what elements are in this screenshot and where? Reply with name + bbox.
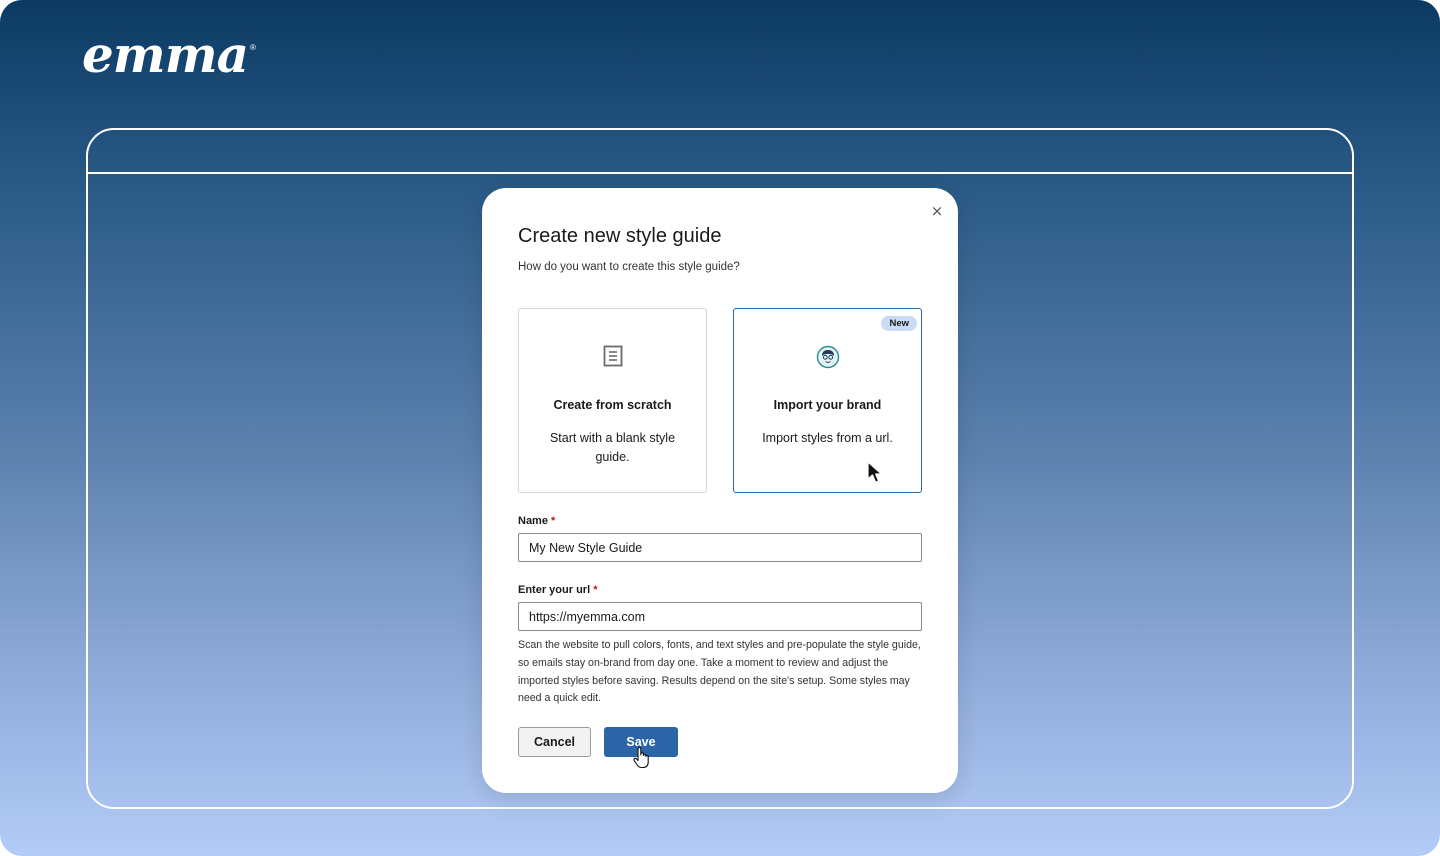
- option-card-create-from-scratch[interactable]: Create from scratch Start with a blank s…: [518, 308, 707, 493]
- url-field-label: Enter your url *: [518, 584, 597, 596]
- hand-pointer-icon: [632, 746, 652, 775]
- option-description: Start with a blank style guide.: [549, 431, 676, 464]
- brand-import-icon: [734, 345, 921, 369]
- new-badge: New: [881, 316, 917, 331]
- name-input[interactable]: [518, 533, 922, 562]
- mouse-pointer-icon: [867, 461, 887, 490]
- required-mark: *: [551, 515, 556, 527]
- name-field-label: Name *: [518, 515, 555, 527]
- url-help-text: Scan the website to pull colors, fonts, …: [518, 639, 921, 705]
- option-card-import-your-brand[interactable]: New Import your brand Import styles from…: [733, 308, 922, 493]
- browser-toolbar-divider: [88, 172, 1352, 174]
- cancel-button[interactable]: Cancel: [518, 727, 591, 757]
- option-description: Import styles from a url.: [762, 431, 893, 445]
- marketing-canvas: emma ® × Create new style guide How do yo…: [0, 0, 1440, 856]
- modal-subtitle: How do you want to create this style gui…: [518, 261, 740, 273]
- registered-mark: ®: [250, 43, 256, 52]
- option-title: Import your brand: [773, 398, 882, 412]
- required-mark: *: [593, 584, 598, 596]
- emma-logo: emma ®: [82, 30, 256, 80]
- modal-title: Create new style guide: [518, 225, 722, 247]
- logo-text: emma: [82, 25, 249, 84]
- url-label-text: Enter your url: [518, 584, 591, 596]
- close-icon[interactable]: ×: [928, 202, 946, 220]
- create-style-guide-modal: × Create new style guide How do you want…: [482, 188, 958, 793]
- option-title: Create from scratch: [553, 398, 672, 412]
- url-input[interactable]: [518, 602, 922, 631]
- name-label-text: Name: [518, 515, 548, 527]
- document-icon: [519, 345, 706, 369]
